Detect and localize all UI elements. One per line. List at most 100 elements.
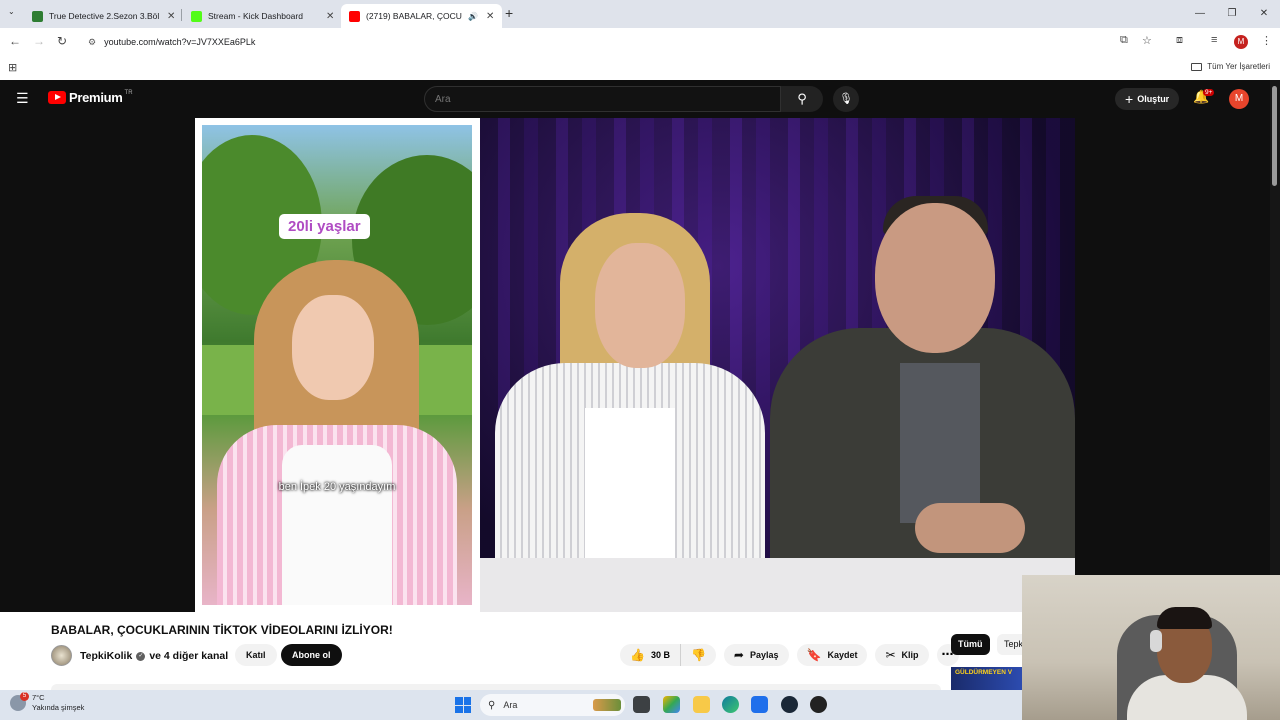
share-arrow-icon: ➦ <box>733 648 744 662</box>
tab-title: (2719) BABALAR, ÇOCUKLA <box>366 11 462 21</box>
weather-widget[interactable]: 5 7°C Yakında şimşek <box>10 692 84 713</box>
youtube-premium-logo[interactable]: Premium TR <box>48 90 133 105</box>
windows-start-icon[interactable] <box>455 697 471 713</box>
clip-label: Klip <box>901 650 919 660</box>
edge-browser-icon[interactable] <box>722 696 739 713</box>
obs-app-icon[interactable] <box>810 696 827 713</box>
extensions-puzzle-icon[interactable]: ⧈ <box>1176 34 1183 47</box>
related-thumbnail-text: GÜLDÜRMEYEN V <box>955 669 1013 676</box>
channel-name[interactable]: TepkiKolik <box>80 650 132 662</box>
like-button[interactable]: 👍 30 B <box>620 644 681 666</box>
tab-youtube-active[interactable]: (2719) BABALAR, ÇOCUKLA 🔊 ✕ <box>341 4 503 28</box>
search-icon: ⚲ <box>488 699 496 711</box>
store-app-icon[interactable] <box>751 696 768 713</box>
tab-close-icon[interactable]: ✕ <box>486 11 494 22</box>
man-shirt-shape <box>900 363 980 523</box>
weather-cloud-icon: 5 <box>10 692 29 711</box>
video-actions: 👍 30 B 👎 ➦ Paylaş 🔖 Kaydet ✂ Klip ⋯ <box>620 644 959 666</box>
share-label: Paylaş <box>749 650 779 660</box>
tab-favicon-icon <box>32 10 43 22</box>
streamer-hair-shape <box>1157 607 1212 629</box>
save-label: Kaydet <box>827 650 858 660</box>
scissors-icon: ✂ <box>885 648 896 662</box>
browser-profile-avatar[interactable]: M <box>1234 35 1248 49</box>
dislike-button[interactable]: 👎 <box>681 644 716 666</box>
tab-audio-icon[interactable]: 🔊 <box>468 12 478 21</box>
account-avatar[interactable]: M <box>1229 89 1249 109</box>
search-button[interactable]: ⚲ <box>781 86 823 112</box>
taskbar-search[interactable]: ⚲ Ara <box>480 694 625 716</box>
close-window-icon[interactable]: ✕ <box>1248 0 1280 28</box>
kick-favicon-icon <box>191 10 202 22</box>
share-button[interactable]: ➦ Paylaş <box>723 644 789 666</box>
webcam-overlay <box>1022 575 1280 720</box>
bookmark-star-icon[interactable]: ☆ <box>1142 34 1152 47</box>
tiktok-clip-frame: 20li yaşlar ben İpek 20 yaşındayım <box>195 118 480 612</box>
task-view-icon[interactable] <box>633 696 650 713</box>
widgets-app-icon[interactable] <box>663 696 680 713</box>
apps-grid-icon[interactable]: ⊞ <box>8 61 17 74</box>
media-control-icon[interactable]: ≡ <box>1211 34 1217 46</box>
person-face-shape <box>292 295 374 400</box>
tab-list-chevron-icon[interactable]: ⌄ <box>8 7 15 16</box>
channel-avatar[interactable] <box>51 645 72 666</box>
notification-count-badge: 9+ <box>1203 89 1215 96</box>
url-omnibox[interactable]: ⚙ youtube.com/watch?v=JV7XXEa6PLk <box>80 32 1160 52</box>
hamburger-menu-icon[interactable]: ☰ <box>16 90 29 107</box>
video-player[interactable]: 20li yaşlar ben İpek 20 yaşındayım <box>0 118 1270 612</box>
bookmarks-bar: ⊞ Tüm Yer İşaretleri <box>0 56 1280 80</box>
like-count: 30 B <box>650 650 670 660</box>
create-button[interactable]: + Oluştur <box>1115 88 1180 110</box>
file-explorer-icon[interactable] <box>693 696 710 713</box>
tab-true-detective[interactable]: True Detective 2.Sezon 3.Bölüm ✕ <box>24 4 183 28</box>
restore-icon[interactable]: ❐ <box>1216 0 1248 28</box>
weather-alert-badge: 5 <box>20 692 29 701</box>
scrollbar-thumb[interactable] <box>1272 86 1277 186</box>
forward-arrow-icon[interactable]: → <box>33 34 45 48</box>
browser-menu-icon[interactable]: ⋮ <box>1261 34 1272 47</box>
folder-icon <box>1191 62 1203 71</box>
related-video-thumbnail[interactable]: GÜLDÜRMEYEN V <box>951 667 1026 690</box>
back-arrow-icon[interactable]: ← <box>9 34 21 48</box>
taskbar-search-label: Ara <box>503 700 518 710</box>
verified-check-icon: ✓ <box>136 651 146 661</box>
reload-icon[interactable]: ↻ <box>57 34 67 48</box>
subscribe-button[interactable]: Abone ol <box>281 644 342 666</box>
man-hands-shape <box>915 503 1025 553</box>
clip-button[interactable]: ✂ Klip <box>875 644 929 666</box>
youtube-header: ☰ Premium TR ⚲ 🎙 + Oluştur 🔔 9+ M <box>0 80 1270 118</box>
clip-overlay-label: 20li yaşlar <box>279 214 370 239</box>
site-info-icon[interactable]: ⚙ <box>88 37 96 48</box>
video-frame[interactable]: 20li yaşlar ben İpek 20 yaşındayım <box>195 118 1075 612</box>
woman-face-shape <box>595 243 685 368</box>
voice-search-button[interactable]: 🎙 <box>833 86 859 112</box>
channel-name-row[interactable]: TepkiKolik ✓ ve 4 diğer kanal <box>80 650 228 662</box>
save-button[interactable]: 🔖 Kaydet <box>796 644 868 666</box>
tab-separator <box>181 9 182 21</box>
steam-icon[interactable] <box>781 696 798 713</box>
tab-kick-dashboard[interactable]: Stream - Kick Dashboard ✕ <box>183 4 342 28</box>
tab-close-icon[interactable]: ✕ <box>167 11 175 22</box>
new-tab-button[interactable]: + <box>505 5 513 21</box>
window-controls: — ❐ ✕ <box>1184 0 1280 28</box>
browser-tab-strip: ⌄ True Detective 2.Sezon 3.Bölüm ✕ Strea… <box>0 0 1280 28</box>
collab-channels[interactable]: ve 4 diğer kanal <box>149 650 228 662</box>
join-button[interactable]: Katıl <box>235 644 277 666</box>
woman-top-shape <box>585 408 675 568</box>
create-label: Oluştur <box>1137 94 1170 104</box>
tab-close-icon[interactable]: ✕ <box>326 11 334 22</box>
clip-subtitle: ben İpek 20 yaşındayım <box>278 481 396 493</box>
logo-text: Premium <box>69 90 123 105</box>
search-input[interactable] <box>425 87 780 111</box>
minimize-icon[interactable]: — <box>1184 0 1216 28</box>
tab-title: True Detective 2.Sezon 3.Bölüm <box>49 11 159 21</box>
bookmark-icon: 🔖 <box>806 648 822 662</box>
chip-all[interactable]: Tümü <box>951 634 990 655</box>
microphone-icon: 🎙 <box>839 93 853 105</box>
headset-icon <box>1150 630 1162 652</box>
temperature: 7°C <box>32 693 45 702</box>
all-bookmarks-button[interactable]: Tüm Yer İşaretleri <box>1191 62 1270 71</box>
thumbs-down-icon: 👎 <box>690 648 706 662</box>
search-icon: ⚲ <box>797 91 807 106</box>
install-app-icon[interactable]: ⧉ <box>1120 34 1128 47</box>
